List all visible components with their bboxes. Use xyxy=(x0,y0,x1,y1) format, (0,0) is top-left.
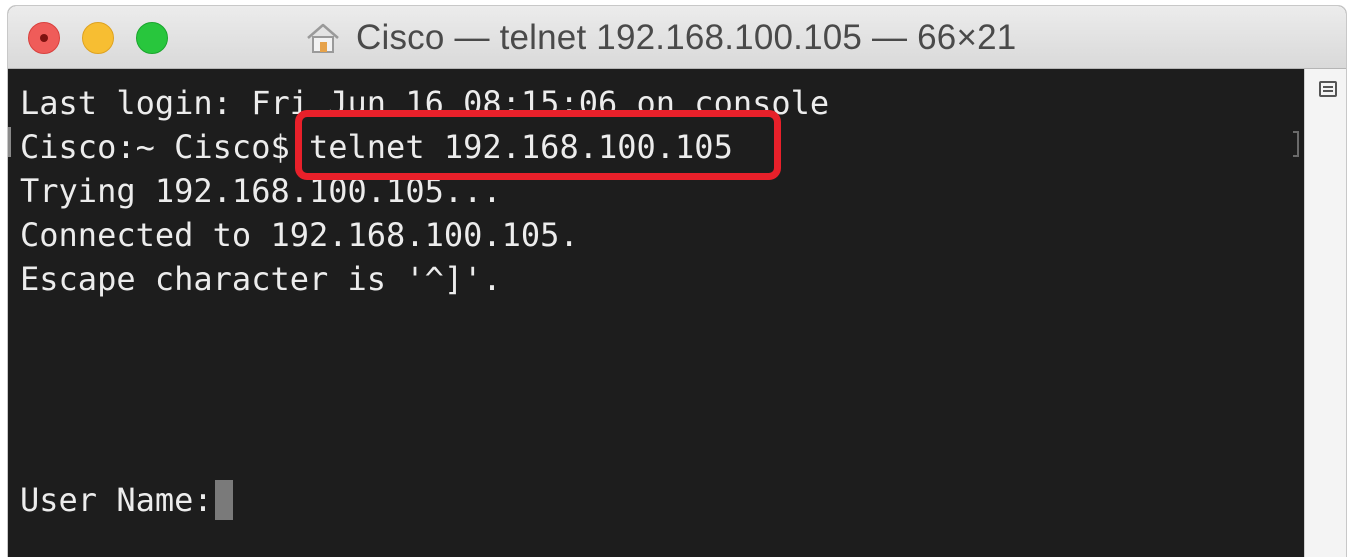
command-highlight-box xyxy=(295,110,781,180)
terminal-content[interactable]: Last login: Fri Jun 16 08:15:06 on conso… xyxy=(8,69,1304,557)
window-title: Cisco — telnet 192.168.100.105 — 66×21 xyxy=(356,18,1017,57)
close-indicator-icon xyxy=(40,34,48,42)
title-bar[interactable]: Cisco — telnet 192.168.100.105 — 66×21 xyxy=(8,6,1346,69)
close-button[interactable] xyxy=(28,22,60,54)
home-icon xyxy=(307,23,339,53)
shell-prompt: Cisco:~ Cisco$ xyxy=(20,128,309,166)
mark-bracket xyxy=(1293,131,1299,157)
scrollbar-menu-icon[interactable] xyxy=(1319,81,1337,97)
terminal-window: Cisco — telnet 192.168.100.105 — 66×21 L… xyxy=(8,6,1346,557)
line-marker xyxy=(8,127,11,157)
terminal-line-escape: Escape character is '^]'. xyxy=(20,260,502,298)
username-prompt: User Name: xyxy=(20,481,213,519)
vertical-scrollbar[interactable] xyxy=(1304,69,1346,557)
zoom-button[interactable] xyxy=(136,22,168,54)
terminal-line-connected: Connected to 192.168.100.105. xyxy=(20,216,579,254)
window-title-group: Cisco — telnet 192.168.100.105 — 66×21 xyxy=(304,14,1016,62)
text-cursor xyxy=(214,480,233,520)
username-prompt-line[interactable]: User Name: xyxy=(20,480,233,520)
minimize-button[interactable] xyxy=(82,22,114,54)
